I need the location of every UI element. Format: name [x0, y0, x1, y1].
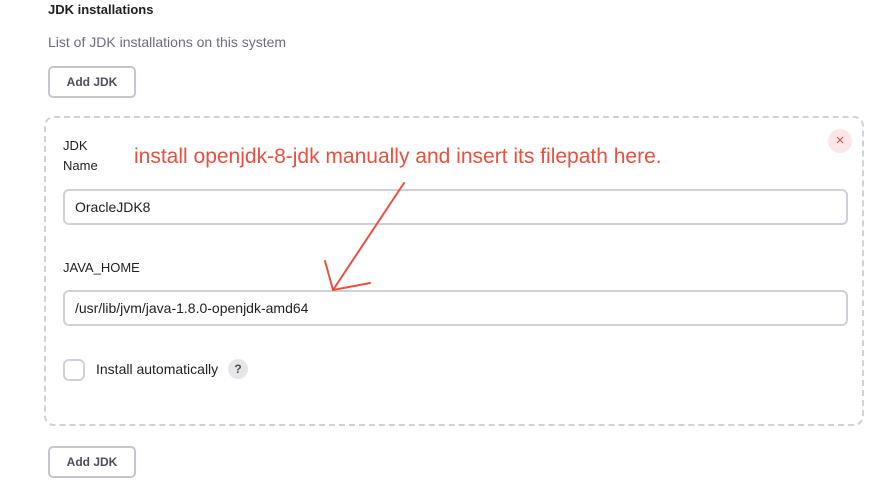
jdk-name-label: JDK Name	[63, 138, 98, 173]
annotation-text: install openjdk-8-jdk manually and inser…	[134, 145, 662, 168]
help-icon[interactable]: ?	[228, 359, 248, 379]
add-jdk-button-top[interactable]: Add JDK	[48, 66, 136, 98]
section-title: JDK installations	[48, 2, 154, 17]
close-icon[interactable]: ×	[828, 129, 852, 153]
java-home-label: JAVA_HOME	[63, 260, 140, 275]
section-description: List of JDK installations on this system	[48, 34, 287, 50]
java-home-input[interactable]	[63, 290, 848, 326]
install-automatically-checkbox[interactable]	[63, 359, 85, 381]
jdk-name-input[interactable]	[63, 189, 848, 225]
add-jdk-button-bottom[interactable]: Add JDK	[48, 446, 136, 478]
install-automatically-label: Install automatically	[96, 361, 219, 377]
